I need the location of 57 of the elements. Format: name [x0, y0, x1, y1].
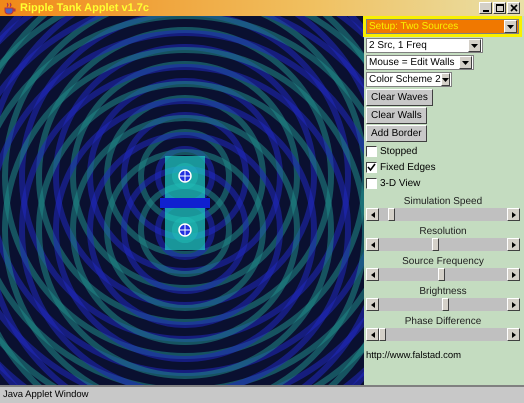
left-arrow-icon — [370, 272, 374, 278]
checkbox-label: Fixed Edges — [380, 162, 436, 172]
dropdown[interactable]: Mouse = Edit Walls — [366, 55, 474, 70]
slider-label: Simulation Speed — [402, 196, 484, 208]
left-arrow-icon — [370, 332, 374, 338]
scroll-right-button[interactable] — [507, 298, 520, 311]
scroll-right-button[interactable] — [507, 328, 520, 341]
action-button[interactable]: Clear Walls — [366, 107, 427, 124]
action-button[interactable]: Clear Waves — [366, 89, 433, 106]
caret-icon — [442, 78, 449, 82]
slider-label: Source Frequency — [401, 256, 485, 268]
right-arrow-icon — [512, 212, 516, 218]
source-icon[interactable] — [178, 169, 192, 183]
source-icon[interactable] — [178, 223, 192, 237]
slider-thumb[interactable] — [388, 208, 396, 221]
scroll-left-button[interactable] — [366, 208, 379, 221]
scroll-left-button[interactable] — [366, 238, 379, 251]
right-arrow-icon — [512, 272, 516, 278]
minimize-button[interactable] — [479, 2, 492, 14]
window-title: Ripple Tank Applet v1.7c — [20, 2, 149, 14]
caret-icon — [507, 24, 514, 28]
website-link[interactable]: http://www.falstad.com — [366, 350, 462, 361]
scroll-left-button[interactable] — [366, 268, 379, 281]
left-arrow-icon — [370, 212, 374, 218]
scroll-right-button[interactable] — [507, 238, 520, 251]
left-arrow-icon — [370, 242, 374, 248]
right-arrow-icon — [512, 302, 516, 308]
caret-icon — [462, 60, 469, 64]
scroll-right-button[interactable] — [507, 208, 520, 221]
checkbox-label: Stopped — [380, 146, 418, 156]
slider-label: Brightness — [418, 286, 468, 298]
checkbox-label: 3-D View — [380, 178, 420, 188]
caret-icon — [471, 44, 478, 48]
slider-label: Phase Difference — [404, 316, 482, 328]
slider-thumb[interactable] — [432, 238, 439, 251]
scroll-left-button[interactable] — [366, 298, 379, 311]
close-button[interactable] — [507, 2, 520, 14]
slider-thumb[interactable] — [438, 268, 446, 281]
slider-thumb[interactable] — [442, 298, 450, 311]
checkbox[interactable] — [366, 146, 377, 156]
checkbox[interactable] — [366, 178, 377, 188]
maximize-button[interactable] — [493, 2, 506, 14]
right-arrow-icon — [512, 332, 516, 338]
left-arrow-icon — [370, 302, 374, 308]
dropdown[interactable]: 2 Src, 1 Freq — [366, 38, 483, 53]
slider-thumb[interactable] — [379, 328, 386, 341]
action-button[interactable]: Add Border — [366, 125, 427, 142]
dropdown[interactable]: Color Scheme 2 — [366, 72, 452, 87]
slider-label: Resolution — [418, 226, 468, 238]
right-arrow-icon — [512, 242, 516, 248]
scroll-right-button[interactable] — [507, 268, 520, 281]
maximize-icon — [496, 4, 504, 12]
scroll-left-button[interactable] — [366, 328, 379, 341]
checkbox[interactable] — [366, 162, 377, 172]
close-icon — [510, 4, 518, 12]
coffee-cup-icon — [3, 2, 17, 14]
status-text: Java Applet Window — [3, 389, 89, 400]
